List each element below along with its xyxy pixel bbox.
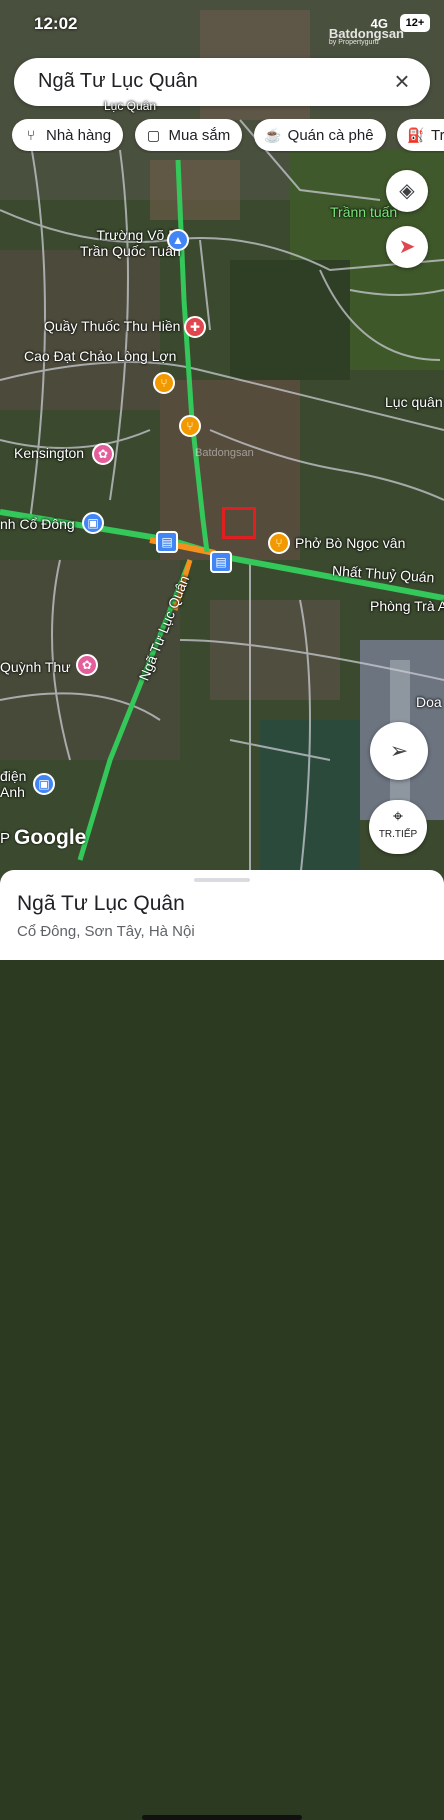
chip-restaurants[interactable]: ⑂ Nhà hàng: [12, 119, 124, 151]
layers-icon: ◈: [399, 180, 415, 202]
watermark-logo: Batdongsan by Propertyguru: [329, 26, 404, 46]
restaurant-pin-icon[interactable]: ⑂: [179, 415, 201, 437]
map-label-quay-thuoc[interactable]: Quầy Thuốc Thu Hiền: [44, 318, 180, 334]
fuel-pump-icon: ⛽: [407, 127, 425, 143]
google-logo: Google: [14, 826, 87, 849]
bus-stop-icon[interactable]: ▤: [210, 551, 232, 573]
start-navigation-button[interactable]: ⌖ TR.TIẾP: [369, 800, 427, 854]
map-label-luc-quan[interactable]: Lục quân: [385, 394, 443, 410]
place-title: Ngã Tư Lục Quân: [17, 892, 185, 915]
status-time: 12:02: [34, 14, 78, 33]
shop-pin-icon[interactable]: ✿: [76, 654, 98, 676]
chip-shopping[interactable]: ▢ Mua sắm: [134, 119, 243, 151]
shopping-pin-icon[interactable]: ▣: [33, 773, 55, 795]
coffee-cup-icon: ☕: [263, 127, 282, 143]
chip-gas[interactable]: ⛽ Trạ: [397, 119, 444, 151]
map-label-top-partial: Lục Quân: [104, 99, 157, 113]
place-bottom-sheet[interactable]: Ngã Tư Lục Quân Cổ Đông, Sơn Tây, Hà Nội: [0, 870, 444, 1820]
navigation-arrow-icon: ➢: [389, 738, 409, 763]
chip-label: Nhà hàng: [46, 127, 112, 144]
school-pin-icon[interactable]: ▲: [167, 229, 189, 251]
chip-label: Quán cà phê: [287, 127, 374, 144]
search-bar[interactable]: Ngã Tư Lục Quân ×: [14, 58, 430, 106]
map-label-cao-dat[interactable]: Cao Đạt Chảo Lòng Lợn: [24, 348, 176, 364]
map-label-co-dong[interactable]: nh Cổ Đông: [0, 516, 75, 532]
shop-pin-icon[interactable]: ✿: [92, 443, 114, 465]
compass-icon: ➤: [398, 236, 416, 258]
start-button-label: TR.TIẾP: [378, 829, 418, 840]
map-label-trann-tuan[interactable]: Trầnn tuấn: [330, 204, 397, 220]
map-label-p-partial: P: [0, 830, 11, 847]
home-indicator[interactable]: [142, 1815, 302, 1820]
place-address: Cổ Đông, Sơn Tây, Hà Nội: [17, 923, 195, 940]
bus-stop-icon[interactable]: ▤: [156, 531, 178, 553]
chip-coffee[interactable]: ☕ Quán cà phê: [253, 119, 386, 151]
close-icon[interactable]: ×: [388, 68, 416, 96]
restaurant-pin-icon[interactable]: ⑂: [268, 532, 290, 554]
fork-knife-icon: ⑂: [26, 127, 36, 143]
route-pin-icon: ⌖: [392, 806, 404, 826]
chip-label: Mua sắm: [168, 127, 231, 144]
map-label-phong-tra[interactable]: Phòng Trà A: [370, 598, 444, 614]
my-location-button[interactable]: ➢: [370, 722, 428, 780]
search-query[interactable]: Ngã Tư Lục Quân: [38, 70, 198, 93]
pharmacy-pin-icon[interactable]: ✚: [184, 316, 206, 338]
map-label-doa[interactable]: Doa: [416, 694, 442, 710]
chip-label: Trạ: [431, 127, 444, 144]
map-label-pho-bo[interactable]: Phở Bò Ngọc vân: [295, 535, 405, 551]
map-label-kensington[interactable]: Kensington: [14, 445, 84, 461]
map-label-truong-vo-bi[interactable]: Trường Võ Bị Trần Quốc Tuấn: [80, 227, 181, 259]
battery-indicator: 12+: [400, 14, 430, 32]
map-view[interactable]: 12:02 4G 12+ Batdongsan by Propertyguru …: [0, 0, 444, 880]
restaurant-pin-icon[interactable]: ⑂: [153, 372, 175, 394]
shopping-pin-icon[interactable]: ▣: [82, 512, 104, 534]
shopping-bag-icon: ▢: [146, 127, 161, 143]
watermark-map: Batdongsan: [195, 447, 254, 459]
sheet-drag-handle[interactable]: [194, 878, 250, 882]
compass-button[interactable]: ➤: [386, 226, 428, 268]
map-label-dien-anh[interactable]: điện Anh: [0, 768, 26, 800]
category-chips: ⑂ Nhà hàng ▢ Mua sắm ☕ Quán cà phê ⛽ Trạ: [12, 119, 444, 153]
selected-location-marker[interactable]: [222, 507, 256, 539]
map-label-quynh-thu[interactable]: Quỳnh Thư: [0, 659, 71, 675]
